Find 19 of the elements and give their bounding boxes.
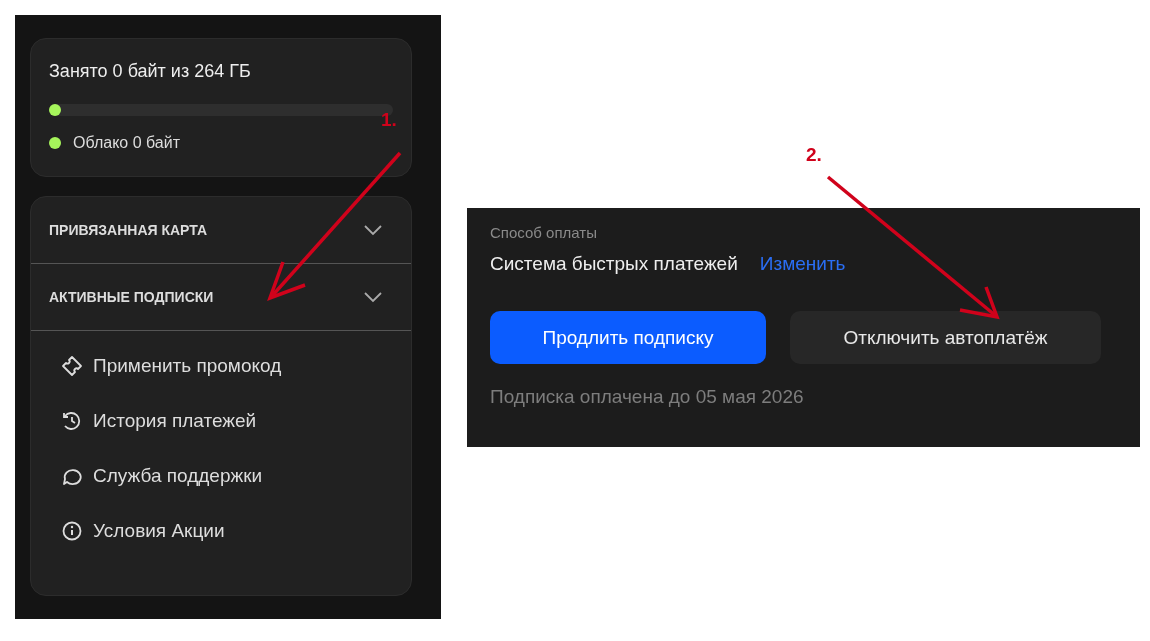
- payment-label: Способ оплаты: [490, 224, 598, 241]
- renew-button[interactable]: Продлить подписку: [490, 311, 766, 364]
- payment-method: Система быстрых платежей: [490, 253, 738, 275]
- change-link[interactable]: Изменить: [759, 253, 846, 275]
- info-icon: [61, 520, 83, 542]
- menu-item[interactable]: Служба поддержки: [61, 455, 263, 497]
- storage-title: Занято 0 байт из 264 ГБ: [49, 61, 252, 82]
- menu-item[interactable]: Применить промокод: [61, 345, 282, 387]
- ticket-icon: [61, 355, 83, 377]
- menu-item[interactable]: Условия Акции: [61, 510, 225, 552]
- legend-label: Облако 0 байт: [73, 134, 180, 152]
- disable-autopay-button[interactable]: Отключить автоплатёж: [790, 311, 1101, 364]
- menu-item[interactable]: История платежей: [61, 400, 257, 442]
- subscription-note: Подписка оплачена до 05 мая 2026: [490, 386, 805, 408]
- accordion-header[interactable]: АКТИВНЫЕ ПОДПИСКИ: [31, 264, 411, 331]
- history-icon: [61, 410, 83, 432]
- accordion-header[interactable]: ПРИВЯЗАННАЯ КАРТА: [31, 197, 411, 264]
- annotation-number: 1.: [381, 109, 397, 131]
- annotation-number: 2.: [806, 144, 822, 166]
